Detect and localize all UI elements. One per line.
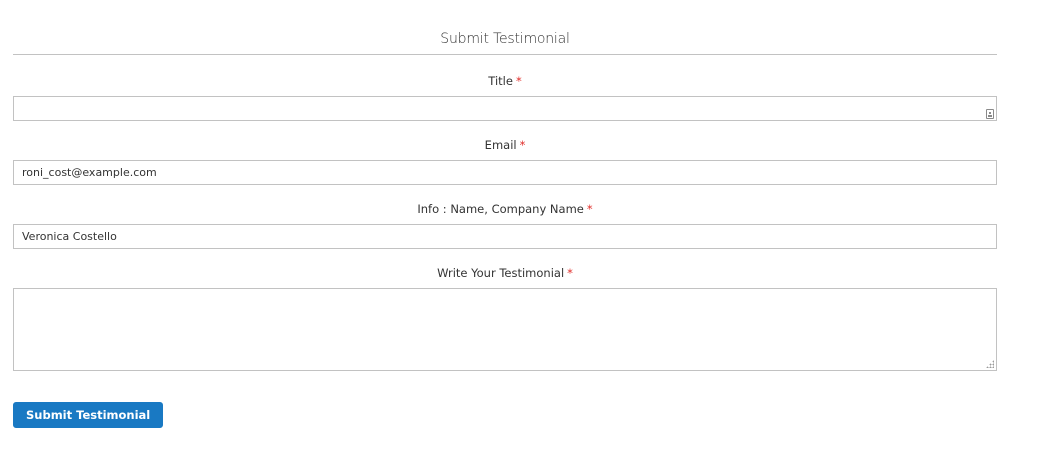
testimonial-textarea[interactable]: [13, 288, 997, 371]
required-marker: *: [515, 74, 522, 88]
required-marker: *: [519, 138, 526, 152]
title-input[interactable]: [13, 96, 997, 121]
email-field: Email *: [13, 137, 997, 185]
testimonial-label: Write Your Testimonial *: [13, 265, 997, 281]
testimonial-label-text: Write Your Testimonial: [437, 266, 565, 280]
info-label-text: Info : Name, Company Name: [417, 202, 584, 216]
testimonial-field: Write Your Testimonial *: [13, 265, 997, 371]
email-input[interactable]: [13, 160, 997, 185]
title-label-text: Title: [488, 74, 513, 88]
contact-card-icon[interactable]: [986, 109, 994, 119]
testimonial-page: Submit Testimonial Title* Email* Info : …: [0, 0, 1053, 453]
form-legend: Submit Testimonial: [13, 30, 997, 55]
testimonial-textarea-wrap: [13, 288, 997, 371]
testimonial-form: Submit Testimonial Title* Email* Info : …: [13, 0, 997, 371]
title-field: Title *: [13, 73, 997, 121]
submit-testimonial-button[interactable]: Submit Testimonial: [13, 402, 164, 428]
info-input[interactable]: [13, 224, 997, 249]
info-field: Info : Name, Company Name *: [13, 201, 997, 249]
info-label: Info : Name, Company Name *: [13, 201, 997, 217]
email-label-text: Email: [484, 138, 517, 152]
email-label: Email *: [13, 137, 997, 153]
required-marker: *: [586, 202, 593, 216]
required-marker: *: [567, 266, 573, 280]
title-input-wrap: [13, 96, 997, 121]
title-label: Title *: [13, 73, 997, 89]
